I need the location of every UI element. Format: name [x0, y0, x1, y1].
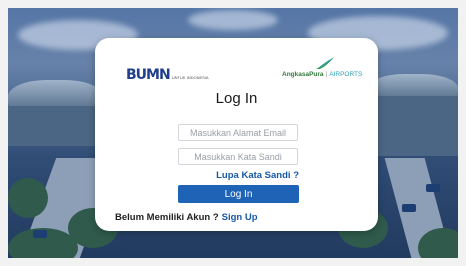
angkasa-pura-separator: |	[325, 71, 328, 78]
password-field[interactable]	[178, 148, 298, 165]
login-button[interactable]: Log In	[178, 185, 299, 203]
angkasa-pura-logo: AngkasaPura | AIRPORTS	[282, 56, 366, 86]
login-card: BUMN UNTUK INDONESIA AngkasaPura | AIRPORT…	[95, 38, 378, 231]
signup-row: Belum Memiliki Akun ? Sign Up	[115, 212, 258, 223]
signup-link[interactable]: Sign Up	[222, 212, 258, 223]
angkasa-pura-wing-icon	[316, 57, 334, 69]
email-field[interactable]	[178, 124, 298, 141]
bumn-logo-tagline: UNTUK INDONESIA	[171, 75, 209, 80]
angkasa-pura-name: AngkasaPura	[282, 71, 324, 78]
angkasa-pura-division: AIRPORTS	[329, 71, 363, 78]
page-title: Log In	[215, 90, 258, 107]
bumn-logo-mark: BUMN	[126, 67, 171, 83]
no-account-text: Belum Memiliki Akun ?	[115, 212, 219, 223]
forgot-password-link[interactable]: Lupa Kata Sandi ?	[216, 170, 299, 181]
bumn-logo: BUMN UNTUK INDONESIA	[126, 66, 209, 82]
